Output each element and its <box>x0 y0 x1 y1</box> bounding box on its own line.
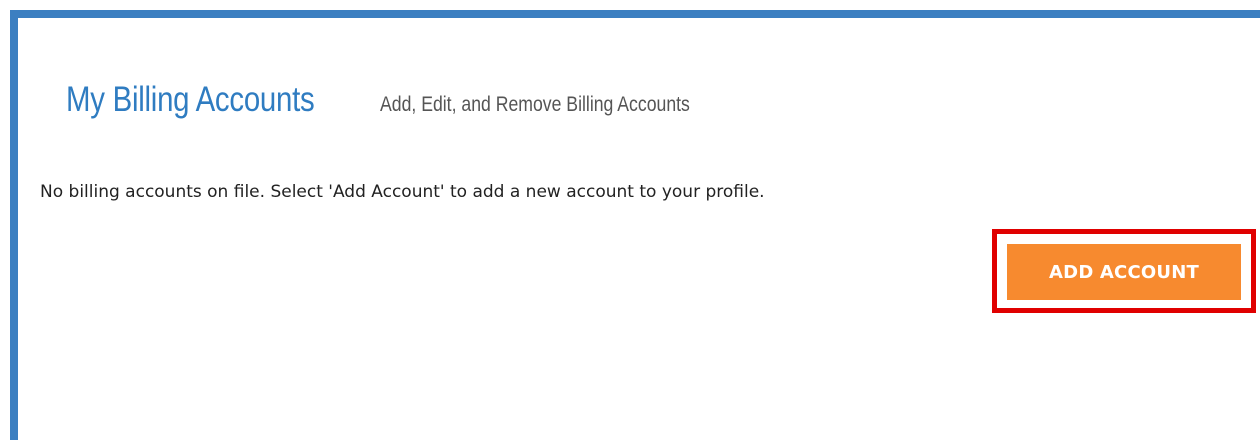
page-heading: My Billing Accounts Add, Edit, and Remov… <box>66 80 749 120</box>
add-account-button[interactable]: ADD ACCOUNT <box>1007 244 1241 300</box>
add-account-highlight: ADD ACCOUNT <box>992 229 1256 313</box>
page-title: My Billing Accounts <box>66 80 315 119</box>
billing-accounts-panel: My Billing Accounts Add, Edit, and Remov… <box>10 10 1260 440</box>
empty-state-message: No billing accounts on file. Select 'Add… <box>40 182 765 202</box>
page-subtitle: Add, Edit, and Remove Billing Accounts <box>380 93 690 116</box>
